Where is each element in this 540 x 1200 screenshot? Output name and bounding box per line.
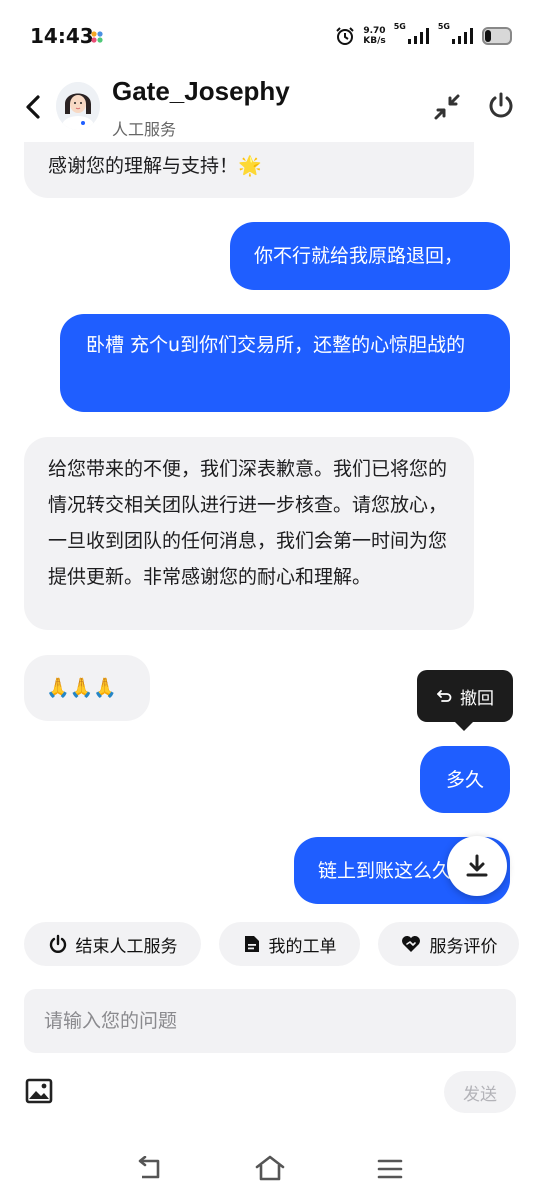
end-service-button[interactable]: 结束人工服务	[24, 922, 201, 966]
message-bubble-agent[interactable]: 🙏🙏🙏	[24, 655, 150, 721]
minimize-icon[interactable]	[432, 92, 462, 122]
document-icon	[244, 936, 259, 952]
tooltip-arrow	[454, 721, 474, 731]
quick-actions: 结束人工服务 我的工单 服务评价	[24, 922, 524, 966]
agent-avatar	[56, 82, 100, 130]
nav-home-icon[interactable]	[254, 1154, 286, 1182]
signal-icon	[452, 28, 473, 44]
nav-menu-icon[interactable]	[377, 1158, 403, 1180]
message-bubble-user[interactable]: 卧槽 充个u到你们交易所，还整的心惊胆战的	[60, 314, 510, 412]
network-speed: 9.70 KB/s	[363, 26, 386, 46]
recall-tooltip[interactable]: 撤回	[417, 670, 513, 722]
agent-name: Gate_Josephy	[112, 76, 290, 106]
download-icon	[466, 854, 488, 877]
message-bubble-user[interactable]: 你不行就给我原路退回，	[230, 222, 510, 290]
recall-label: 撤回	[460, 688, 494, 709]
notification-dots-icon	[91, 31, 103, 43]
service-rating-label: 服务评价	[429, 936, 498, 957]
undo-icon	[437, 690, 452, 702]
nav-back-icon[interactable]	[136, 1156, 164, 1182]
power-icon	[49, 934, 66, 953]
battery-icon	[482, 27, 512, 45]
sim1-label: 5G	[393, 22, 406, 31]
alarm-icon	[336, 27, 354, 45]
message-bubble-user[interactable]: 多久	[420, 746, 510, 813]
send-button[interactable]: 发送	[444, 1071, 516, 1113]
message-input[interactable]	[24, 989, 516, 1053]
status-bar: 14:43 9.70 KB/s 5G 5G	[0, 0, 540, 72]
sim2-label: 5G	[437, 22, 450, 31]
end-service-label: 结束人工服务	[75, 936, 178, 957]
back-arrow-icon[interactable]	[20, 92, 46, 122]
chat-header: Gate_Josephy 人工服务	[0, 72, 540, 142]
agent-subtitle: 人工服务	[112, 120, 177, 139]
heart-handshake-icon	[401, 936, 420, 952]
message-bubble-agent[interactable]: 给您带来的不便，我们深表歉意。我们已将您的情况转交相关团队进行进一步核查。请您放…	[24, 437, 474, 630]
status-time: 14:43	[30, 24, 94, 48]
scroll-to-bottom-button[interactable]	[447, 836, 507, 896]
service-rating-button[interactable]: 服务评价	[378, 922, 519, 966]
image-icon[interactable]	[25, 1078, 53, 1104]
my-tickets-label: 我的工单	[268, 936, 337, 957]
signal-icon	[407, 28, 429, 44]
chat-messages[interactable]: 感谢您的理解与支持！🌟 你不行就给我原路退回， 卧槽 充个u到你们交易所，还整的…	[0, 142, 540, 912]
system-nav-bar	[0, 1140, 540, 1200]
my-tickets-button[interactable]: 我的工单	[219, 922, 360, 966]
status-icons: 9.70 KB/s 5G 5G	[335, 22, 512, 50]
power-icon[interactable]	[485, 90, 517, 122]
message-bubble-agent[interactable]: 感谢您的理解与支持！🌟	[24, 142, 474, 198]
